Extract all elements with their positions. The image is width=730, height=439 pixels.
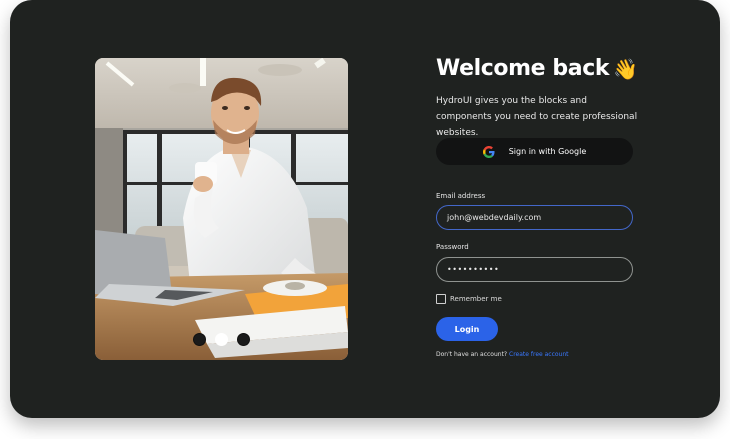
- login-button-label: Login: [454, 324, 480, 334]
- google-icon: [482, 145, 495, 158]
- page-title: Welcome back 👋: [436, 55, 638, 83]
- carousel-dot-1[interactable]: [193, 333, 206, 346]
- create-account-link[interactable]: Create free account: [509, 351, 568, 358]
- password-field[interactable]: ••••••••••: [436, 257, 633, 282]
- google-signin-label: Sign in with Google: [508, 147, 587, 156]
- title-text: Welcome back: [436, 56, 610, 81]
- login-card: Welcome back 👋 HydroUI gives you the blo…: [10, 0, 720, 418]
- hero-photo: [95, 58, 348, 360]
- email-field[interactable]: john@webdevdaily.com: [436, 205, 633, 230]
- login-form: Welcome back 👋 HydroUI gives you the blo…: [436, 55, 638, 358]
- password-label: Password: [436, 243, 469, 251]
- remember-me: Remember me: [436, 294, 502, 304]
- email-label: Email address: [436, 192, 486, 200]
- login-button[interactable]: Login: [436, 317, 498, 341]
- wave-icon: 👋: [613, 57, 638, 81]
- remember-me-checkbox[interactable]: [436, 294, 446, 304]
- signup-prompt-text: Don't have an account?: [436, 351, 508, 358]
- carousel-dot-3[interactable]: [237, 333, 250, 346]
- remember-me-label: Remember me: [450, 295, 502, 303]
- signup-prompt: Don't have an account? Create free accou…: [436, 351, 569, 358]
- email-value: john@webdevdaily.com: [447, 213, 542, 222]
- google-signin-button[interactable]: Sign in with Google: [436, 138, 633, 165]
- office-photo-illustration: [95, 58, 348, 360]
- carousel-dots: [95, 333, 348, 346]
- subtitle: HydroUI gives you the blocks and compone…: [436, 96, 638, 138]
- password-value: ••••••••••: [447, 265, 500, 274]
- carousel-dot-2[interactable]: [215, 333, 228, 346]
